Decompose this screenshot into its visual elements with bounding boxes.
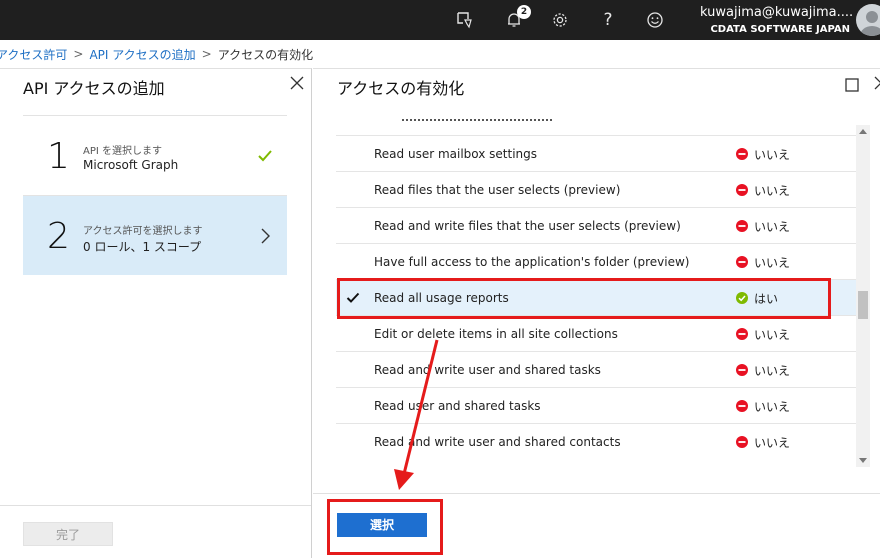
avatar-icon [860,11,880,36]
step-number: 1 [47,136,70,177]
bell-icon[interactable]: 2 [502,5,531,32]
admin-consent-status: いいえ [736,182,790,198]
feedback-icon[interactable] [452,8,476,32]
step-value: Microsoft Graph [83,158,179,172]
step-label: アクセス許可を選択します [83,226,203,237]
admin-consent-status: いいえ [736,254,790,270]
clipped-row-remnant [402,119,552,122]
minus-circle-icon [736,256,748,268]
admin-consent-value: いいえ [754,219,791,234]
permission-name: Read files that the user selects (previe… [374,183,621,197]
app-root: 2 ? kuwajima@kuwajima.... CDATA SOFTWARE… [0,0,880,558]
breadcrumb-enable-access: アクセスの有効化 [217,47,314,62]
account-name: kuwajima@kuwajima.... [700,5,854,20]
left-panel-footer: 完了 [0,505,311,558]
smiley-icon-svg [647,12,663,28]
step-number: 2 [47,216,70,257]
minus-circle-icon [736,364,748,376]
breadcrumb-permissions[interactable]: アクセス許可 [0,46,67,63]
minus-circle-icon [736,436,748,448]
permission-name: Read user mailbox settings [374,147,538,161]
checkmark-icon-svg [258,150,272,162]
breadcrumb-separator: > [73,47,84,61]
help-icon[interactable]: ? [596,8,620,32]
admin-consent-status: いいえ [736,218,790,234]
avatar[interactable] [856,4,880,36]
admin-consent-status: いいえ [736,362,790,378]
panel-title: アクセスの有効化 [337,79,465,98]
permission-row[interactable]: Read user and shared tasks いいえ [336,387,856,423]
permission-name: Read and write user and shared tasks [374,363,601,377]
admin-consent-value: いいえ [754,183,791,198]
breadcrumb-separator: > [201,47,212,61]
scroll-up-arrow-icon[interactable] [859,129,867,134]
account-org: CDATA SOFTWARE JAPAN [710,24,850,35]
chevron-right-icon [257,228,273,244]
close-icon-svg [290,76,304,90]
minus-circle-icon [736,220,748,232]
admin-consent-value: いいえ [754,255,791,270]
list-scrollbar[interactable] [856,125,870,467]
chevron-right-icon-svg [261,228,270,244]
close-icon[interactable] [289,75,305,91]
feedback-icon-svg [457,12,472,29]
top-bar: 2 ? kuwajima@kuwajima.... CDATA SOFTWARE… [0,0,880,40]
permission-row[interactable]: Read user mailbox settings いいえ [336,135,856,171]
admin-consent-status: いいえ [736,146,790,162]
minus-circle-icon [736,148,748,160]
permission-row[interactable]: Read and write files that the user selec… [336,207,856,243]
permission-name: Read and write user and shared contacts [374,435,621,449]
breadcrumb: アクセス許可 > API アクセスの追加 > アクセスの有効化 [0,40,880,68]
highlight-box-selected-row [337,278,831,319]
account-info[interactable]: kuwajima@kuwajima.... CDATA SOFTWARE JAP… [700,4,854,37]
permission-row[interactable]: Have full access to the application's fo… [336,243,856,279]
admin-consent-status: いいえ [736,434,790,450]
permission-row[interactable]: Read files that the user selects (previe… [336,171,856,207]
gear-icon[interactable] [548,8,572,32]
smiley-icon[interactable] [643,8,667,32]
minus-circle-icon [736,328,748,340]
step-label: API を選択します [83,146,162,157]
permission-name: Read user and shared tasks [374,399,541,413]
maximize-icon[interactable] [845,77,861,93]
scroll-down-arrow-icon[interactable] [859,458,867,463]
notification-badge: 2 [517,5,531,19]
admin-consent-value: いいえ [754,435,791,450]
permission-name: Read and write files that the user selec… [374,219,681,233]
highlight-box-select-button [327,499,443,555]
admin-consent-value: いいえ [754,363,791,378]
step-value: 0 ロール、1 スコープ [83,240,202,254]
minus-circle-icon [736,400,748,412]
breadcrumb-add-api-access[interactable]: API アクセスの追加 [89,46,195,63]
admin-consent-status: いいえ [736,398,790,414]
admin-consent-value: いいえ [754,327,791,342]
done-button[interactable]: 完了 [23,522,113,546]
help-icon-glyph: ? [603,10,613,30]
scroll-thumb[interactable] [858,291,868,319]
add-api-access-panel: API アクセスの追加 1 API を選択します Microsoft Graph… [0,68,312,558]
panel-title: API アクセスの追加 [23,79,165,98]
permission-name: Have full access to the application's fo… [374,255,690,269]
step-select-api[interactable]: 1 API を選択します Microsoft Graph [23,115,287,195]
admin-consent-status: いいえ [736,326,790,342]
permission-row[interactable]: Edit or delete items in all site collect… [336,315,856,351]
close-icon[interactable] [873,75,880,91]
step-select-permissions[interactable]: 2 アクセス許可を選択します 0 ロール、1 スコープ [23,195,287,275]
minus-circle-icon [736,184,748,196]
gear-icon-svg [553,13,567,27]
permission-row[interactable]: Read and write user and shared contacts い… [336,423,856,459]
permission-row[interactable]: Read and write user and shared tasks いいえ [336,351,856,387]
permission-name: Edit or delete items in all site collect… [374,327,618,341]
close-icon-svg [874,76,880,90]
admin-consent-value: いいえ [754,147,791,162]
maximize-icon-svg [845,78,859,92]
checkmark-icon [257,148,273,164]
admin-consent-value: いいえ [754,399,791,414]
